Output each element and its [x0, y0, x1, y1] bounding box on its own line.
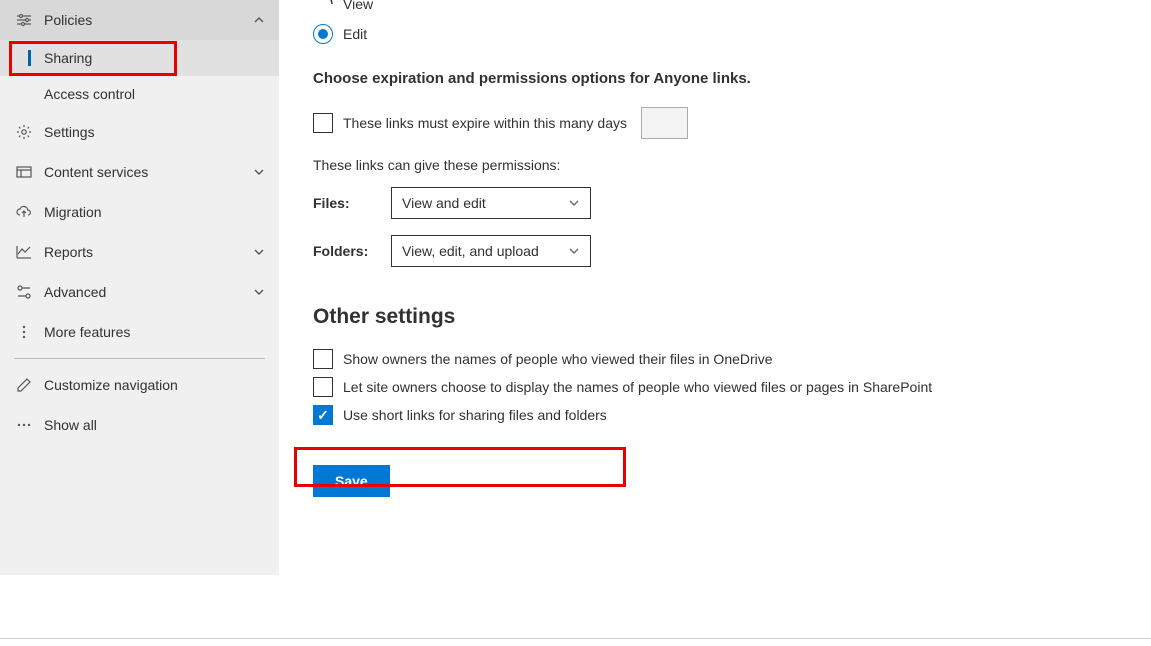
- show-owners-label: Show owners the names of people who view…: [343, 351, 773, 367]
- let-site-owners-row: Let site owners choose to display the na…: [313, 377, 1117, 397]
- main-content: View Edit Choose expiration and permissi…: [279, 0, 1151, 575]
- reports-icon: [14, 244, 34, 260]
- sidebar-label-customize: Customize navigation: [44, 377, 178, 393]
- expire-checkbox[interactable]: [313, 113, 333, 133]
- sidebar-item-reports[interactable]: Reports: [0, 232, 279, 272]
- sidebar: Policies Sharing Access control Settings: [0, 0, 279, 575]
- sidebar-item-advanced[interactable]: Advanced: [0, 272, 279, 312]
- gear-icon: [14, 124, 34, 140]
- expire-row: These links must expire within this many…: [313, 107, 1117, 139]
- short-links-row: Use short links for sharing files and fo…: [313, 405, 1117, 425]
- radio-view-label: View: [343, 0, 373, 12]
- expire-label: These links must expire within this many…: [343, 115, 627, 131]
- ellipsis-icon: [14, 417, 34, 433]
- short-links-checkbox[interactable]: [313, 405, 333, 425]
- sidebar-item-migration[interactable]: Migration: [0, 192, 279, 232]
- sidebar-item-settings[interactable]: Settings: [0, 112, 279, 152]
- sidebar-item-show-all[interactable]: Show all: [0, 405, 279, 445]
- sidebar-item-sharing[interactable]: Sharing: [0, 40, 279, 76]
- sidebar-item-more-features[interactable]: More features: [0, 312, 279, 352]
- sliders-icon: [14, 12, 34, 28]
- chevron-down-icon: [568, 245, 580, 257]
- radio-row-edit[interactable]: Edit: [313, 24, 1117, 44]
- chevron-down-icon: [568, 197, 580, 209]
- more-vertical-icon: [14, 324, 34, 340]
- sidebar-label-settings: Settings: [44, 124, 95, 140]
- radio-edit[interactable]: [313, 24, 333, 44]
- folders-perm-row: Folders: View, edit, and upload: [313, 235, 1117, 267]
- let-site-owners-label: Let site owners choose to display the na…: [343, 379, 932, 395]
- sidebar-label-policies: Policies: [44, 12, 92, 28]
- permissions-note: These links can give these permissions:: [313, 157, 1117, 173]
- radio-view[interactable]: [313, 0, 333, 14]
- sidebar-divider: [14, 358, 265, 359]
- sidebar-label-access-control: Access control: [44, 86, 135, 102]
- sidebar-item-customize-navigation[interactable]: Customize navigation: [0, 365, 279, 405]
- other-settings-heading: Other settings: [313, 305, 1117, 329]
- chevron-up-icon: [253, 14, 265, 26]
- radio-row-view[interactable]: View: [313, 0, 1117, 14]
- short-links-label: Use short links for sharing files and fo…: [343, 407, 607, 423]
- expiration-heading: Choose expiration and permissions option…: [313, 70, 1117, 87]
- files-perm-row: Files: View and edit: [313, 187, 1117, 219]
- chevron-down-icon: [253, 286, 265, 298]
- pencil-icon: [14, 377, 34, 393]
- sidebar-label-show-all: Show all: [44, 417, 97, 433]
- folders-select[interactable]: View, edit, and upload: [391, 235, 591, 267]
- sidebar-label-migration: Migration: [44, 204, 102, 220]
- sidebar-item-content-services[interactable]: Content services: [0, 152, 279, 192]
- folders-select-value: View, edit, and upload: [402, 243, 539, 259]
- files-select-value: View and edit: [402, 195, 486, 211]
- sidebar-label-advanced: Advanced: [44, 284, 106, 300]
- sidebar-label-sharing: Sharing: [44, 50, 92, 66]
- show-owners-checkbox[interactable]: [313, 349, 333, 369]
- chevron-down-icon: [253, 246, 265, 258]
- advanced-icon: [14, 284, 34, 300]
- sidebar-label-content-services: Content services: [44, 164, 148, 180]
- folders-label: Folders:: [313, 243, 391, 259]
- radio-edit-label: Edit: [343, 26, 367, 42]
- cloud-upload-icon: [14, 204, 34, 220]
- sidebar-label-more-features: More features: [44, 324, 130, 340]
- sidebar-item-access-control[interactable]: Access control: [0, 76, 279, 112]
- chevron-down-icon: [253, 166, 265, 178]
- files-select[interactable]: View and edit: [391, 187, 591, 219]
- expire-days-input[interactable]: [641, 107, 688, 139]
- show-owners-row: Show owners the names of people who view…: [313, 349, 1117, 369]
- sidebar-item-policies[interactable]: Policies: [0, 0, 279, 40]
- sidebar-label-reports: Reports: [44, 244, 93, 260]
- save-button[interactable]: Save: [313, 465, 390, 497]
- files-label: Files:: [313, 195, 391, 211]
- content-services-icon: [14, 164, 34, 180]
- let-site-owners-checkbox[interactable]: [313, 377, 333, 397]
- footer-divider: [0, 638, 1151, 639]
